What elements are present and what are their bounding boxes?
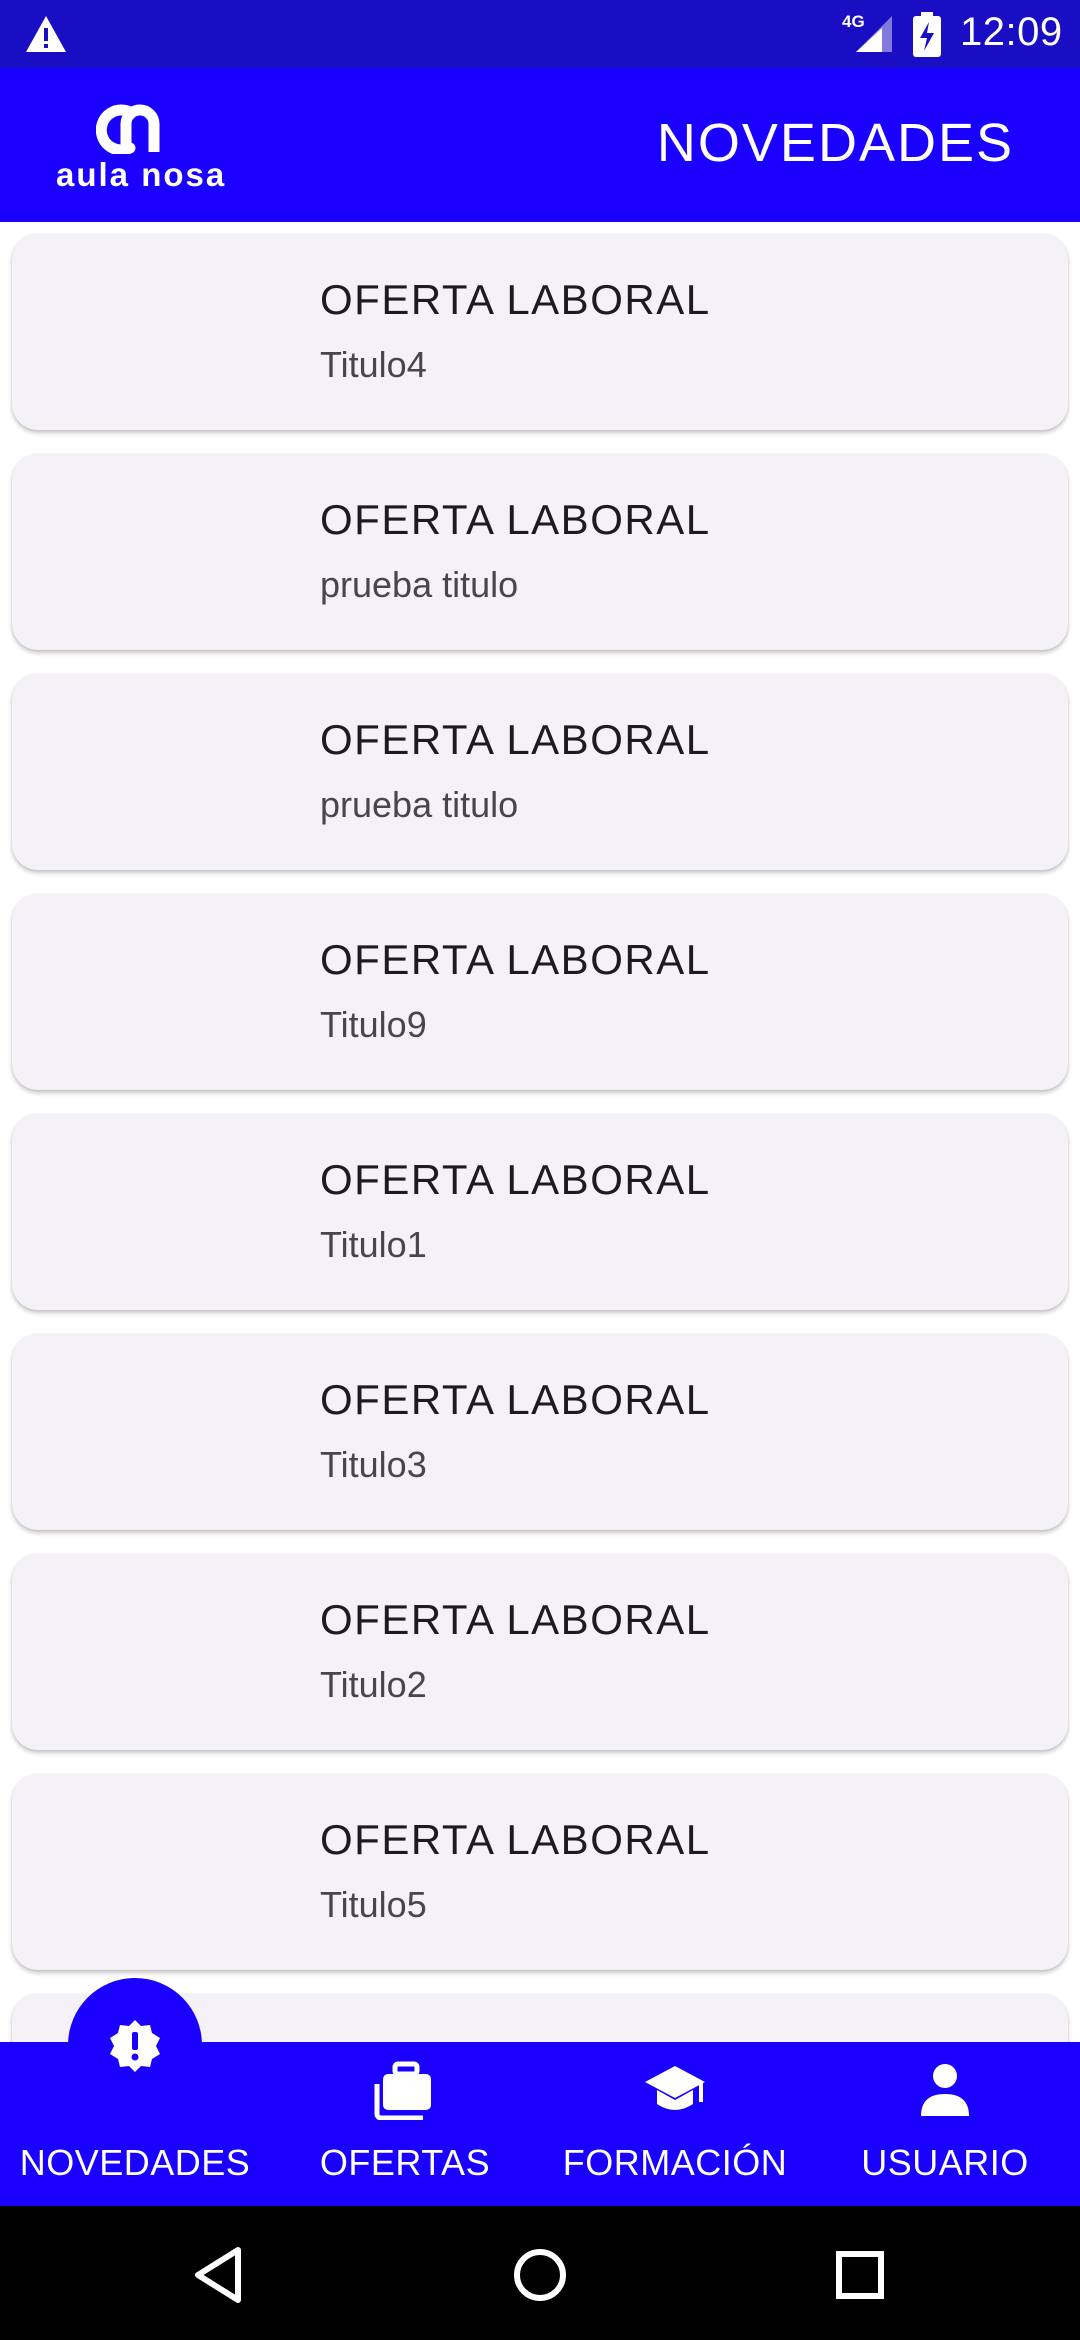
battery-charging-icon <box>913 12 941 57</box>
home-icon[interactable] <box>505 2240 575 2310</box>
nav-label-usuario: USUARIO <box>861 2142 1029 2183</box>
card-subtitle: prueba titulo <box>320 784 519 825</box>
nav-label-formacion: FORMACIÓN <box>562 2142 788 2183</box>
warning-icon <box>26 16 66 52</box>
card-title: OFERTA LABORAL <box>320 1816 711 1863</box>
back-icon[interactable] <box>186 2240 256 2310</box>
briefcase-icon <box>374 2061 431 2120</box>
news-card[interactable]: OFERTA LABORAL Titulo9 <box>12 894 1068 1090</box>
signal-icon <box>856 16 892 52</box>
clock: 12:09 <box>960 10 1063 54</box>
nav-item-novedades[interactable]: NOVEDADES <box>0 2042 270 2206</box>
card-subtitle: Titulo3 <box>320 1444 427 1485</box>
news-card[interactable]: OFERTA LABORAL Titulo5 <box>12 1774 1068 1970</box>
aula-nosa-logo-icon <box>96 104 160 154</box>
recents-icon[interactable] <box>825 2240 895 2310</box>
logo-text: aula nosa <box>56 156 227 193</box>
nav-item-usuario[interactable]: USUARIO <box>810 2042 1080 2206</box>
card-title: OFERTA LABORAL <box>320 1596 711 1643</box>
news-card[interactable]: OFERTA LABORAL Titulo4 <box>12 234 1068 430</box>
news-card[interactable]: OFERTA LABORAL prueba titulo <box>12 454 1068 650</box>
card-subtitle: Titulo4 <box>320 344 427 385</box>
card-title: OFERTA LABORAL <box>320 1156 711 1203</box>
graduation-cap-icon <box>645 2066 705 2110</box>
card-title: OFERTA LABORAL <box>320 716 711 763</box>
card-title: OFERTA LABORAL <box>320 936 711 983</box>
nav-label-novedades: NOVEDADES <box>19 2142 251 2183</box>
news-card[interactable]: OFERTA LABORAL Titulo3 <box>12 1334 1068 1530</box>
nav-label-ofertas: OFERTAS <box>319 2142 491 2183</box>
card-title: OFERTA LABORAL <box>320 1376 711 1423</box>
news-card[interactable]: OFERTA LABORAL Titulo1 <box>12 1114 1068 1310</box>
card-subtitle: Titulo5 <box>320 1884 427 1925</box>
card-subtitle: Titulo1 <box>320 1224 427 1265</box>
nav-item-ofertas[interactable]: OFERTAS <box>270 2042 540 2206</box>
card-title: OFERTA LABORAL <box>320 276 711 323</box>
app-screen: 4G 12:09 aula nosa NOVEDADES OFERTA LABO… <box>0 0 1080 2340</box>
system-navigation-bar <box>0 2206 1080 2340</box>
news-card[interactable]: OFERTA LABORAL Titulo2 <box>12 1554 1068 1750</box>
card-title: OFERTA LABORAL <box>320 496 711 543</box>
page-title: NOVEDADES <box>656 113 1014 173</box>
nav-item-formacion[interactable]: FORMACIÓN <box>540 2042 810 2206</box>
card-subtitle: prueba titulo <box>320 564 519 605</box>
news-card[interactable]: OFERTA LABORAL prueba titulo <box>12 674 1068 870</box>
card-subtitle: Titulo9 <box>320 1004 427 1045</box>
status-bar: 4G 12:09 <box>0 0 1080 68</box>
news-list[interactable]: OFERTA LABORAL Titulo4 OFERTA LABORAL pr… <box>0 222 1080 2042</box>
person-icon <box>921 2064 969 2116</box>
card-subtitle: Titulo2 <box>320 1664 427 1705</box>
